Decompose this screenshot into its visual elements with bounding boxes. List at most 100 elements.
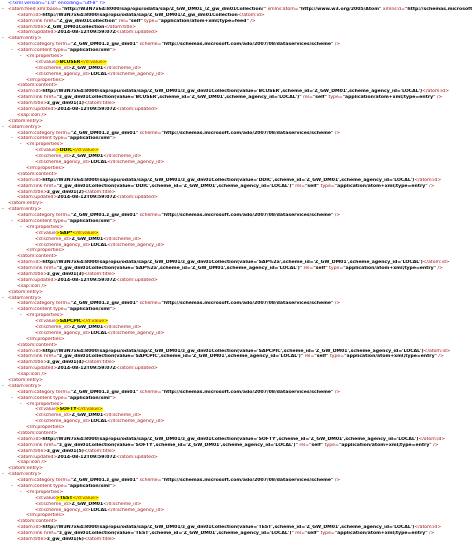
xml-close-tag: </atom:updated> bbox=[115, 366, 158, 372]
xml-attr-name: type= bbox=[51, 395, 68, 401]
xml-text: LOCAL bbox=[90, 507, 108, 513]
xml-attr-name: rel= bbox=[297, 442, 310, 448]
xml-tag: <atom:link bbox=[17, 18, 43, 24]
xml-text: Z_GW_DM01 bbox=[71, 154, 104, 160]
xml-attr-name: type= bbox=[142, 18, 159, 24]
xml-attr-value: "z_gw_dm01Collection(value='TEST',scheme… bbox=[56, 531, 294, 537]
xml-tag: <d:value bbox=[35, 407, 56, 413]
xml-tag: <atom:id bbox=[17, 525, 39, 531]
xml-tag: <d:scheme_agency_id bbox=[35, 71, 87, 77]
xml-tag-end: > bbox=[37, 124, 42, 130]
xml-attr-name: term= bbox=[54, 42, 71, 48]
xml-text: 2014-08-12T09:59:07Z bbox=[57, 277, 116, 283]
xml-tag: <atom:link bbox=[17, 183, 43, 189]
xml-close-tag: </atom:updated> bbox=[115, 454, 158, 460]
xml-attr-value: "application/atom+xml;type=entry" bbox=[343, 266, 437, 272]
xml-close-tag: </m:properties> bbox=[26, 425, 65, 431]
xml-attr-value: "application/xml" bbox=[67, 395, 113, 401]
xml-close-tag: </atom:id> bbox=[414, 177, 442, 183]
highlighted-value: >SAP*</d:value> bbox=[55, 230, 99, 236]
xml-attr-name: href= bbox=[42, 442, 57, 448]
xml-attr-name: href= bbox=[42, 183, 57, 189]
xml-attr-name: type= bbox=[327, 266, 344, 272]
xml-attr-value: "application/xml" bbox=[67, 307, 113, 313]
xml-attr-value: "http://www.w3.org/2005/Atom" bbox=[298, 6, 382, 12]
xml-attr-name: rel= bbox=[303, 354, 315, 360]
xml-close-tag: </atom:entry> bbox=[8, 118, 43, 124]
xml-tag: <m:properties bbox=[26, 313, 60, 319]
xml-tag: <atom:entry bbox=[8, 207, 38, 213]
xml-close-tag: </d:scheme_id> bbox=[103, 324, 142, 330]
xml-close-tag: </atom:updated> bbox=[115, 195, 158, 201]
xml-attr-value: "z_gw_dm01Collection(value='SAPCPIC',sch… bbox=[56, 354, 304, 360]
xml-attr-value: "Z_GW_DM01.z_gw_dm01" bbox=[70, 478, 139, 484]
xml-tag: <m:properties bbox=[26, 142, 60, 148]
xml-attr-value: "Z_GW_DM01.z_gw_dm01" bbox=[70, 389, 139, 395]
xml-attr-name: type= bbox=[319, 531, 335, 537]
xml-text: SAP* bbox=[59, 230, 73, 236]
xml-close-tag: </d:value> bbox=[72, 148, 99, 154]
xml-close-tag: </d:scheme_id> bbox=[103, 413, 142, 419]
xml-text: http://W3N7x64:8000/sap/opu/odata/sap/Z_… bbox=[42, 12, 238, 18]
highlighted-value: >TEST</d:value> bbox=[55, 495, 99, 501]
xml-text: z_gw_dm01(4) bbox=[47, 360, 84, 366]
xml-tag-end: > bbox=[112, 484, 116, 490]
xml-tag-end: /> bbox=[436, 266, 443, 272]
xml-tag: <atom:updated bbox=[17, 366, 54, 372]
xml-close-tag: </d:scheme_id> bbox=[103, 236, 142, 242]
xml-tag: <atom:id bbox=[17, 436, 39, 442]
xml-attr-name: scheme= bbox=[138, 478, 162, 484]
xml-close-tag: </d:value> bbox=[80, 59, 107, 65]
xml-tag: <atom:id bbox=[17, 348, 39, 354]
xml-attr-name: scheme= bbox=[138, 42, 162, 48]
xml-attr-value: "Z_GW_DM01.z_gw_dm01" bbox=[70, 42, 139, 48]
xml-tag: <atom:content bbox=[17, 484, 52, 490]
xml-tag-end: > bbox=[37, 472, 42, 478]
xml-tag: <d:scheme_agency_id bbox=[35, 242, 87, 248]
xml-text: http://W3N7x64:8000/sap/opu/odata/sap/Z_… bbox=[42, 436, 419, 442]
xml-close-tag: </m:properties> bbox=[26, 77, 65, 83]
xml-tag: <m:properties bbox=[26, 401, 60, 407]
xml-close-tag: </m:properties> bbox=[26, 336, 65, 342]
xml-attr-name: type= bbox=[327, 95, 343, 101]
xml-text: http://W3N7x64:8000/sap/opu/odata/sap/Z_… bbox=[42, 260, 423, 266]
xml-attr-name: type= bbox=[319, 183, 335, 189]
xml-text: SAPCPIC bbox=[59, 319, 82, 325]
xml-viewer: <?xml version="1.0" encoding="utf-8" ?> -… bbox=[0, 0, 472, 542]
xml-tag-end: > bbox=[59, 401, 64, 407]
xml-tag: <atom:category bbox=[17, 130, 55, 136]
xml-attr-name: rel= bbox=[302, 266, 314, 272]
xml-tag: <atom:entry bbox=[8, 124, 38, 130]
xml-attr-value: "http://schemas.microsoft.com/ado/2007/0… bbox=[161, 389, 334, 395]
xml-close-tag: </atom:content> bbox=[17, 519, 58, 525]
xml-text: LOCAL bbox=[90, 71, 108, 77]
xml-tag: <atom:id bbox=[17, 12, 39, 18]
xml-tag-end: > bbox=[37, 207, 42, 213]
xml-attr-name: href= bbox=[42, 18, 57, 24]
xml-attr-value: "Z_GW_DM01.z_gw_dm01" bbox=[70, 301, 139, 307]
xml-close-tag: </d:value> bbox=[76, 407, 103, 413]
xml-tag: <atom:title bbox=[17, 189, 44, 195]
xml-text: LOCAL bbox=[90, 160, 108, 166]
xml-close-tag: </atom:updated> bbox=[115, 107, 158, 113]
xml-attr-name: scheme= bbox=[138, 301, 162, 307]
xml-tag: <atom:content bbox=[17, 307, 52, 313]
xml-tag: <atom:link bbox=[17, 95, 43, 101]
xml-tag-end: > bbox=[112, 218, 116, 224]
xml-tag-end: /> bbox=[333, 130, 341, 136]
xml-close-tag: </atom:title> bbox=[104, 24, 137, 30]
xml-tag: <atom:title bbox=[17, 101, 44, 107]
xml-attr-name: type= bbox=[51, 48, 68, 54]
xml-tag-end: > bbox=[59, 54, 64, 60]
xml-tag-end: /> bbox=[431, 442, 439, 448]
xml-text: Z_GW_DM01 bbox=[71, 501, 104, 507]
xml-tag-end: > bbox=[112, 307, 116, 313]
xml-attr-value: "http://schemas.microsoft.com/ado/2007/0… bbox=[161, 301, 334, 307]
xml-attr-name: scheme= bbox=[138, 389, 162, 395]
xml-attr-name: scheme= bbox=[138, 130, 162, 136]
xml-tag: <atom:link bbox=[17, 531, 43, 537]
xml-tag: <m:properties bbox=[26, 224, 60, 230]
xml-tag-end: /> bbox=[40, 283, 47, 289]
xml-attr-value: "application/atom+xml;type=entry" bbox=[342, 95, 436, 101]
xml-close-tag: </d:scheme_id> bbox=[103, 501, 142, 507]
